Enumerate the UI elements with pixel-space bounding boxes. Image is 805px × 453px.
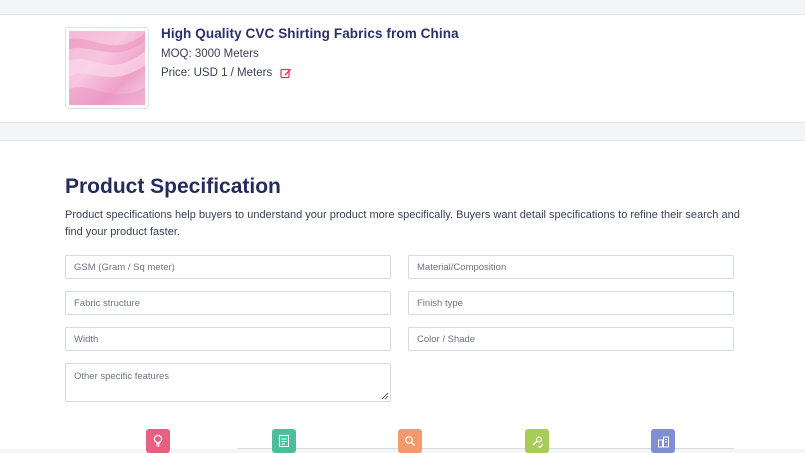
product-price: Price: USD 1 / Meters <box>161 67 292 79</box>
gsm-input[interactable] <box>65 255 391 279</box>
other-features-textarea[interactable] <box>65 363 391 402</box>
finish-type-input[interactable] <box>408 291 734 315</box>
top-band <box>0 0 805 15</box>
section-divider <box>0 123 805 141</box>
product-thumbnail[interactable] <box>65 27 149 109</box>
spec-title: Product Specification <box>65 175 281 198</box>
lightbulb-icon[interactable] <box>146 429 170 453</box>
pink-fabric-thumbnail <box>69 31 145 105</box>
search-icon[interactable] <box>398 429 422 453</box>
product-moq: MOQ: 3000 Meters <box>161 48 259 60</box>
product-card: High Quality CVC Shirting Fabrics from C… <box>0 15 805 123</box>
width-input[interactable] <box>65 327 391 351</box>
product-price-text: Price: USD 1 / Meters <box>161 67 273 79</box>
buildings-icon[interactable] <box>651 429 675 453</box>
checklist-icon[interactable] <box>272 429 296 453</box>
color-shade-input[interactable] <box>408 327 734 351</box>
fabric-structure-input[interactable] <box>65 291 391 315</box>
resize-grip-icon[interactable] <box>380 391 389 400</box>
product-title[interactable]: High Quality CVC Shirting Fabrics from C… <box>161 26 459 41</box>
settings-check-icon[interactable] <box>525 429 549 453</box>
product-specification-section: Product Specification Product specificat… <box>0 141 805 453</box>
edit-icon[interactable] <box>280 67 292 79</box>
material-input[interactable] <box>408 255 734 279</box>
spec-description: Product specifications help buyers to un… <box>65 209 740 238</box>
